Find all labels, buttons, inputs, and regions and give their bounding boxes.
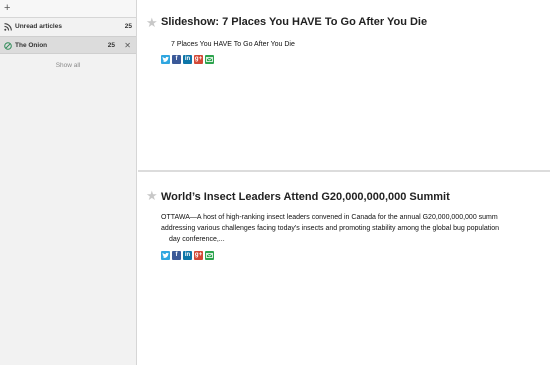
article-list: ★ Slideshow: 7 Places You HAVE To Go Aft… [138,0,550,365]
facebook-icon[interactable]: f [172,55,181,64]
email-icon[interactable] [205,55,214,64]
sidebar-item-label: The Onion [15,42,48,49]
linkedin-icon[interactable]: in [183,55,192,64]
sidebar: + Unread articles 25 The Onion 25 ✕ Show… [0,0,137,365]
unread-count-badge: 25 [124,23,132,30]
article-title[interactable]: Slideshow: 7 Places You HAVE To Go After… [161,16,427,28]
share-bar: f in g+ [161,55,214,65]
sidebar-item-unread-articles[interactable]: Unread articles 25 [0,18,136,36]
sidebar-toolbar: + [0,0,136,18]
rss-icon [4,23,12,31]
google-plus-icon[interactable]: g+ [194,55,203,64]
onion-logo-icon [4,42,12,50]
summary-line: day conference,... [169,236,225,243]
article-item: ★ World’s Insect Leaders Attend G20,000,… [138,171,550,365]
unread-count-badge: 25 [107,42,115,49]
twitter-icon[interactable] [161,55,170,64]
star-icon[interactable]: ★ [146,189,158,203]
article-summary: 7 Places You HAVE To Go After You Die [171,41,295,48]
article-summary: OTTAWA—A host of high-ranking insect lea… [161,212,550,245]
article-title[interactable]: World’s Insect Leaders Attend G20,000,00… [161,191,450,203]
facebook-icon[interactable]: f [172,251,181,260]
google-plus-icon[interactable]: g+ [194,251,203,260]
add-feed-button[interactable]: + [4,1,10,15]
summary-line: addressing various challenges facing tod… [161,225,500,232]
share-bar: f in g+ [161,251,214,261]
sidebar-item-label: Unread articles [15,23,62,30]
show-all-link[interactable]: Show all [0,62,136,69]
article-item: ★ Slideshow: 7 Places You HAVE To Go Aft… [138,0,550,171]
star-icon[interactable]: ★ [146,16,158,30]
summary-line: OTTAWA—A host of high-ranking insect lea… [161,214,498,221]
sidebar-item-the-onion[interactable]: The Onion 25 ✕ [0,36,136,54]
twitter-icon[interactable] [161,251,170,260]
close-icon[interactable]: ✕ [124,37,131,55]
email-icon[interactable] [205,251,214,260]
linkedin-icon[interactable]: in [183,251,192,260]
